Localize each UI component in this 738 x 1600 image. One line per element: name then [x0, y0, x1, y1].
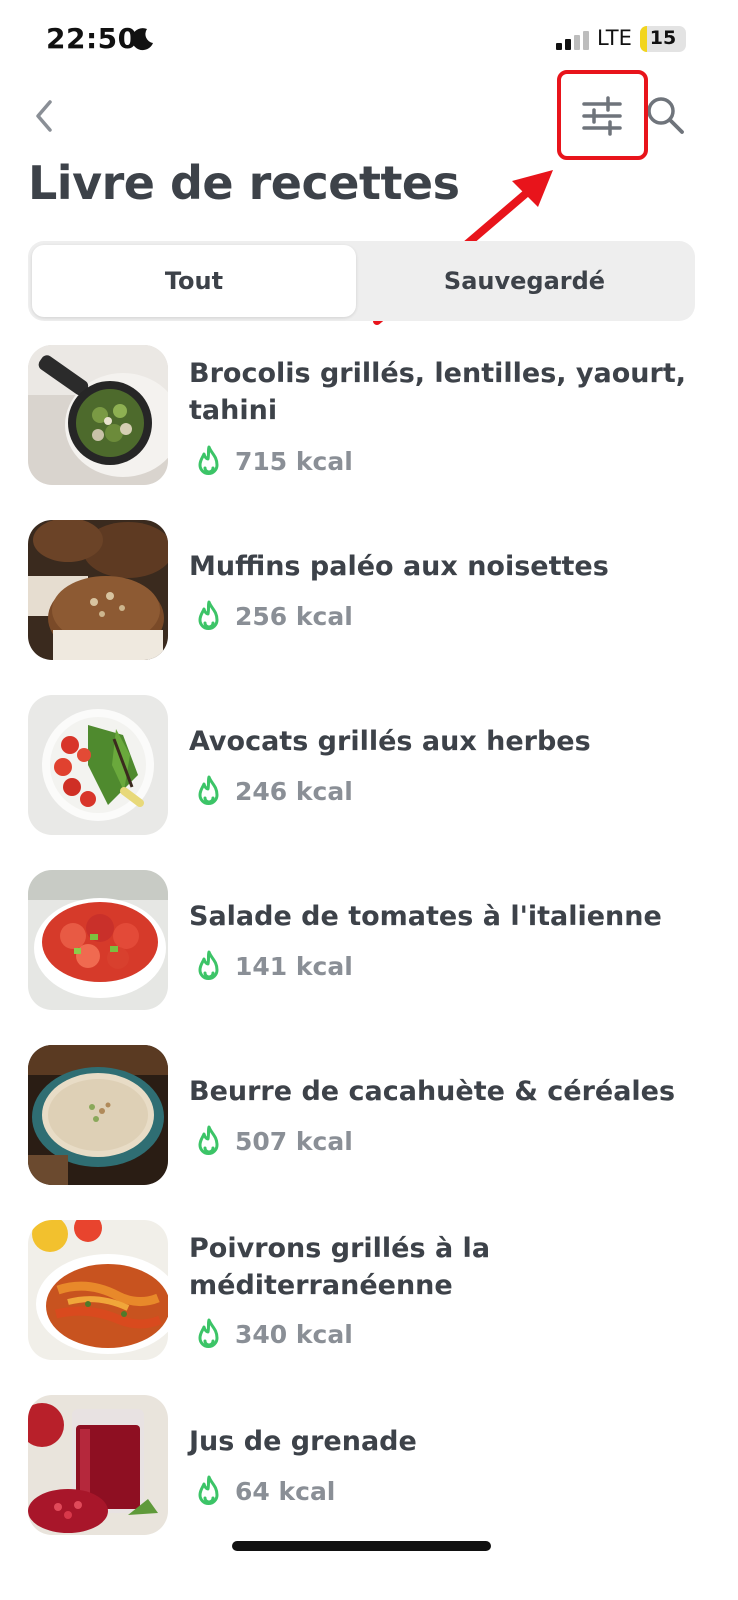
recipe-image	[28, 1045, 168, 1185]
tab-all[interactable]: Tout	[32, 245, 356, 317]
flame-icon	[198, 1125, 219, 1155]
kcal-row: 141 kcal	[189, 948, 353, 984]
list-item[interactable]: Brocolis grillés, lentilles, yaourt, tah…	[0, 345, 738, 487]
kcal-row: 64 kcal	[189, 1473, 335, 1509]
battery-indicator: 15	[640, 26, 686, 52]
recipe-title: Jus de grenade	[189, 1426, 417, 1457]
kcal-row: 340 kcal	[189, 1316, 353, 1352]
list-item[interactable]: Avocats grillés aux herbes 246 kcal	[0, 695, 738, 837]
list-item[interactable]: Jus de grenade 64 kcal	[0, 1395, 738, 1537]
kcal-value: 256 kcal	[235, 601, 353, 631]
flame-icon	[198, 775, 219, 805]
battery-level: 15	[649, 27, 677, 49]
recipe-title: Poivrons grillés à la méditerranéenne	[189, 1233, 491, 1301]
kcal-value: 507 kcal	[235, 1126, 353, 1156]
recipe-image	[28, 520, 168, 660]
recipe-title: Brocolis grillés, lentilles, yaourt, tah…	[189, 358, 686, 426]
status-time: 22:50	[46, 22, 138, 55]
kcal-value: 141 kcal	[235, 951, 353, 981]
kcal-row: 715 kcal	[189, 443, 353, 479]
chevron-left-icon[interactable]	[30, 96, 60, 136]
recipe-title: Salade de tomates à l'italienne	[189, 901, 662, 932]
flame-icon	[198, 950, 219, 980]
list-item[interactable]: Salade de tomates à l'italienne 141 kcal	[0, 870, 738, 1012]
network-label: LTE	[597, 26, 632, 50]
recipe-image	[28, 1395, 168, 1535]
kcal-value: 246 kcal	[235, 776, 353, 806]
moon-icon	[131, 28, 153, 51]
recipe-title: Beurre de cacahuète & céréales	[189, 1076, 676, 1107]
flame-icon	[198, 600, 219, 630]
recipe-image	[28, 870, 168, 1010]
kcal-value: 340 kcal	[235, 1319, 353, 1349]
status-bar: 22:50 LTE 15	[0, 0, 738, 80]
list-item[interactable]: Beurre de cacahuète & céréales 507 kcal	[0, 1045, 738, 1187]
flame-icon	[198, 445, 219, 475]
kcal-value: 715 kcal	[235, 446, 353, 476]
page-title: Livre de recettes	[28, 156, 460, 210]
search-icon[interactable]	[644, 94, 686, 136]
tab-saved[interactable]: Sauvegardé	[358, 245, 691, 317]
recipe-image	[28, 1220, 168, 1360]
recipe-title: Avocats grillés aux herbes	[189, 726, 591, 757]
signal-icon	[556, 31, 589, 50]
kcal-row: 507 kcal	[189, 1123, 353, 1159]
flame-icon	[198, 1475, 219, 1505]
kcal-row: 246 kcal	[189, 773, 353, 809]
highlight-box	[557, 70, 648, 160]
home-indicator[interactable]	[232, 1541, 491, 1551]
segmented-control: Tout Sauvegardé	[28, 241, 695, 321]
recipe-image	[28, 345, 168, 485]
recipe-title: Muffins paléo aux noisettes	[189, 551, 609, 582]
list-item[interactable]: Muffins paléo aux noisettes 256 kcal	[0, 520, 738, 662]
recipe-image	[28, 695, 168, 835]
list-item[interactable]: Poivrons grillés à la méditerranéenne 34…	[0, 1220, 738, 1362]
kcal-row: 256 kcal	[189, 598, 353, 634]
kcal-value: 64 kcal	[235, 1476, 336, 1506]
flame-icon	[198, 1318, 219, 1348]
